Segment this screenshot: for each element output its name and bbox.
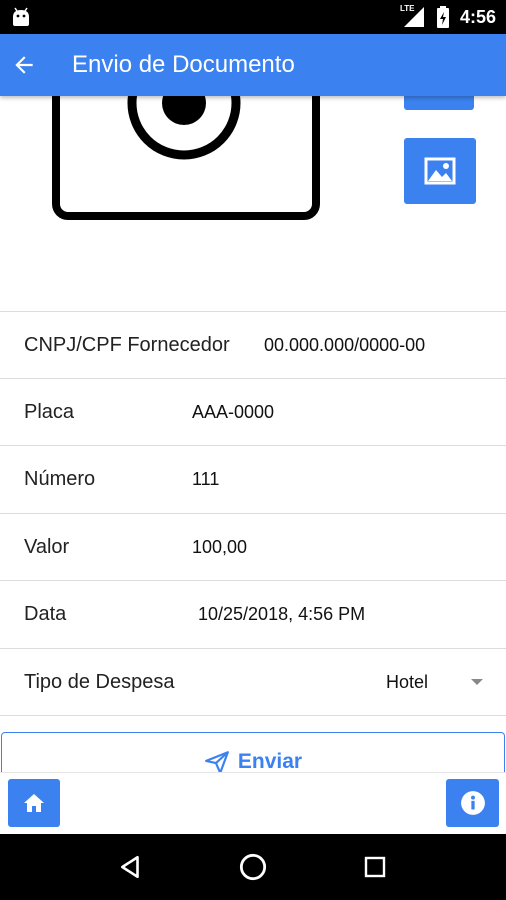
field-value[interactable]: 10/25/2018, 4:56 PM xyxy=(198,604,365,625)
network-label: LTE xyxy=(399,4,415,13)
field-label: CNPJ/CPF Fornecedor xyxy=(24,333,230,356)
field-value[interactable]: 00.000.000/0000-00 xyxy=(264,335,425,356)
field-cnpj[interactable]: CNPJ/CPF Fornecedor 00.000.000/0000-00 xyxy=(0,311,506,378)
field-value[interactable]: AAA-0000 xyxy=(192,402,274,423)
field-placa[interactable]: Placa AAA-0000 xyxy=(0,378,506,445)
field-valor[interactable]: Valor 100,00 xyxy=(0,513,506,580)
android-icon xyxy=(13,7,29,26)
document-form: CNPJ/CPF Fornecedor 00.000.000/0000-00 P… xyxy=(0,96,506,772)
field-label: Tipo de Despesa xyxy=(24,670,175,693)
field-label: Data xyxy=(24,602,67,625)
select-value[interactable]: Hotel xyxy=(386,672,428,693)
home-icon xyxy=(24,794,44,812)
clock: 4:56 xyxy=(459,6,496,27)
back-button[interactable] xyxy=(0,34,48,96)
battery-icon xyxy=(436,6,449,28)
status-bar: LTE 4:56 xyxy=(0,0,506,34)
signal-icon: LTE xyxy=(399,4,426,29)
send-icon xyxy=(204,751,229,772)
dropdown-arrow-icon[interactable] xyxy=(471,679,483,685)
field-value[interactable]: 100,00 xyxy=(192,537,247,558)
triangle-back-icon xyxy=(121,855,139,879)
nav-home-button[interactable] xyxy=(229,843,277,891)
field-label: Número xyxy=(24,467,96,490)
system-nav-bar xyxy=(0,834,506,900)
send-button[interactable]: Enviar xyxy=(1,732,505,772)
gallery-button[interactable] xyxy=(404,138,476,204)
app-bar: Envio de Documento xyxy=(0,34,506,96)
arrow-left-icon xyxy=(15,56,33,74)
circle-home-icon xyxy=(239,853,267,881)
field-numero[interactable]: Número 111 xyxy=(0,445,506,512)
info-icon xyxy=(460,791,485,815)
camera-icon[interactable] xyxy=(52,96,320,220)
field-label: Placa xyxy=(24,400,75,423)
field-value[interactable]: 111 xyxy=(192,469,219,490)
field-tipo-despesa[interactable]: Tipo de Despesa Hotel xyxy=(0,648,506,715)
square-recents-icon xyxy=(364,856,386,878)
page-title: Envio de Documento xyxy=(72,51,295,78)
footer-bar xyxy=(0,772,506,834)
photo-area xyxy=(0,96,506,311)
image-icon xyxy=(424,157,456,185)
nav-recents-button[interactable] xyxy=(351,843,399,891)
field-label: Valor xyxy=(24,535,70,558)
divider xyxy=(0,715,506,716)
send-label: Enviar xyxy=(237,750,303,772)
info-button[interactable] xyxy=(446,779,499,827)
home-button[interactable] xyxy=(8,779,60,827)
field-data[interactable]: Data 10/25/2018, 4:56 PM xyxy=(0,580,506,647)
camera-button[interactable] xyxy=(404,96,474,110)
nav-back-button[interactable] xyxy=(107,843,155,891)
